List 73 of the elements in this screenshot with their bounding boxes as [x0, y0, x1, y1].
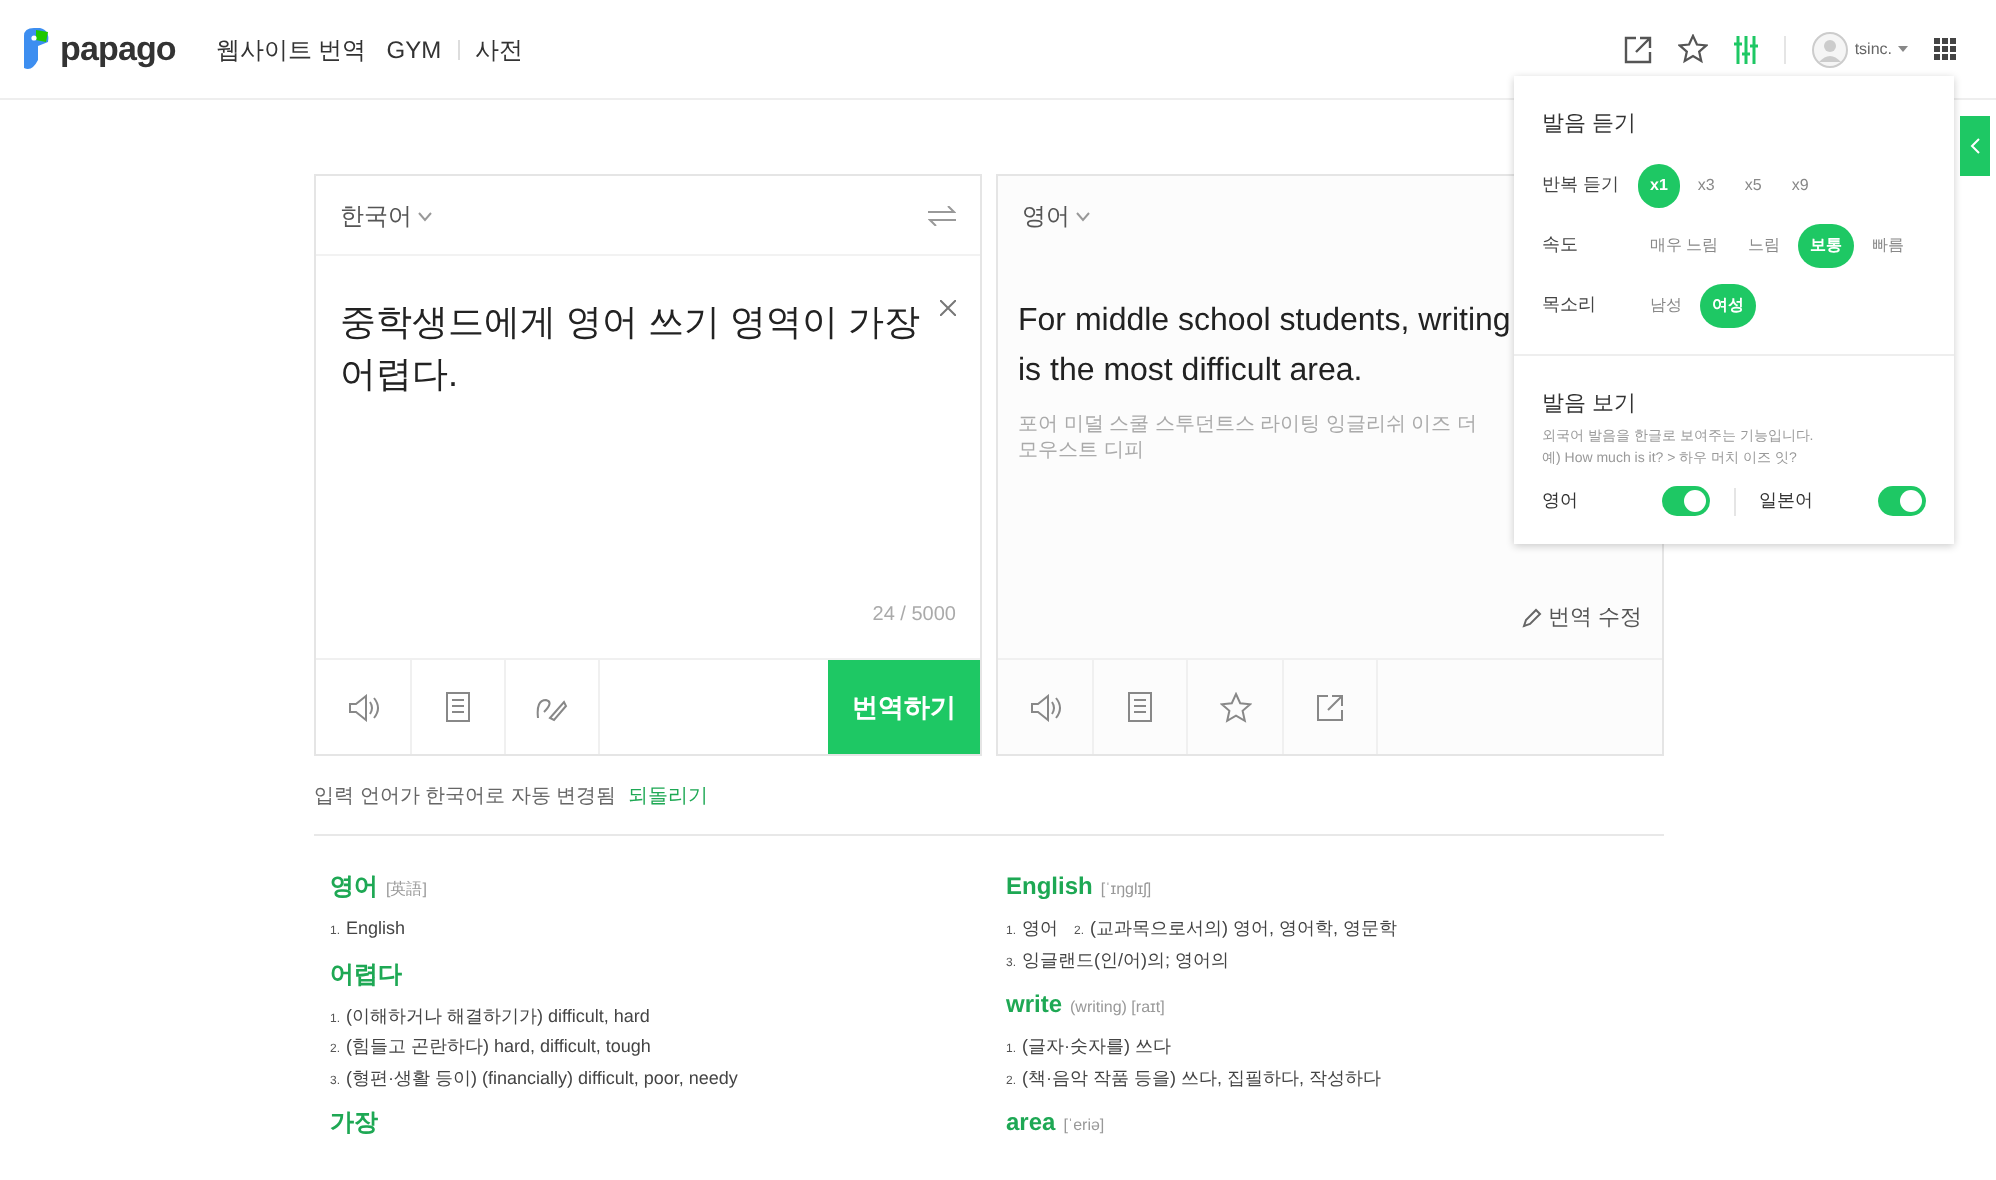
pencil-icon: [1521, 607, 1542, 628]
entry-note: [ˈeriə]: [1063, 1114, 1105, 1138]
entry-word[interactable]: 어렵다: [330, 955, 402, 991]
entry-word[interactable]: write: [1006, 986, 1063, 1022]
meaning-text: English: [346, 916, 406, 942]
toggle-label: 영어: [1542, 487, 1578, 514]
nav-link[interactable]: GYM: [386, 31, 442, 67]
option-button[interactable]: 매우 느림: [1638, 223, 1731, 267]
speaker-icon: [347, 693, 379, 721]
option-button[interactable]: x3: [1685, 163, 1727, 207]
meaning-text: (힘들고 곤란하다) hard, difficult, tough: [346, 1034, 651, 1060]
character-count: 24 / 5000: [872, 602, 956, 630]
share-icon: [1316, 693, 1344, 721]
meaning-text: (이해하거나 해결하기가) difficult, hard: [346, 1003, 650, 1030]
entry-word[interactable]: English: [1006, 868, 1093, 904]
section-title: 발음 듣기: [1542, 110, 1639, 140]
avatar-icon: [1812, 31, 1849, 67]
setting-label: 반복 듣기: [1542, 171, 1622, 198]
undo-link[interactable]: 되돌리기: [628, 781, 709, 811]
meaning-text: 잉글랜드(인/어)의; 영어의: [1022, 947, 1230, 974]
toggle-switch[interactable]: [1878, 486, 1926, 516]
star-icon: [1219, 691, 1251, 723]
meaning-text: (교과목으로서의) 영어, 영어학, 영문학: [1090, 916, 1398, 942]
nav-link[interactable]: 웹사이트 번역: [215, 31, 367, 67]
caret-icon: [1898, 46, 1908, 52]
source-text[interactable]: 중학생드에게 영어 쓰기 영역이 가장 어렵다.: [340, 296, 930, 400]
option-button[interactable]: 빠름: [1860, 223, 1917, 267]
meaning-text: (글자·숫자를) 쓰다: [1022, 1034, 1172, 1060]
chevron-down-icon: [1076, 212, 1090, 223]
setting-label: 속도: [1542, 231, 1580, 258]
account-button[interactable]: tsinc.: [1812, 31, 1908, 67]
option-button[interactable]: x1: [1638, 163, 1680, 207]
option-button[interactable]: 남성: [1638, 283, 1694, 327]
entry-word[interactable]: 영어: [330, 868, 378, 904]
entry-note: [英語]: [386, 878, 427, 902]
option-button[interactable]: 여성: [1700, 283, 1756, 327]
toggle-label: 일본어: [1759, 487, 1813, 514]
translate-button[interactable]: 번역하기: [828, 660, 980, 754]
entry-word[interactable]: 가장: [330, 1104, 378, 1140]
document-icon: [1128, 692, 1152, 722]
edit-translation-link[interactable]: 번역 수정: [1521, 601, 1642, 634]
meaning-text: 영어: [1022, 916, 1059, 942]
notice-text: 입력 언어가 한국어로 자동 변경됨: [314, 783, 617, 811]
meaning-text: (형편·생활 등이) (financially) difficult, poor, needy: [346, 1065, 738, 1092]
translated-text: For middle school students, writing is the most difficult area.: [1018, 302, 1513, 392]
section-title: 발음 보기: [1542, 389, 1639, 419]
star-icon[interactable]: [1678, 34, 1709, 64]
toggle-switch[interactable]: [1661, 486, 1709, 516]
side-panel-tab[interactable]: [1960, 116, 1990, 176]
document-icon: [446, 692, 470, 722]
chevron-down-icon: [418, 211, 432, 222]
chevron-left-icon: [1970, 138, 1980, 154]
speaker-icon: [1029, 693, 1061, 721]
apps-grid-icon[interactable]: [1934, 38, 1956, 60]
option-button[interactable]: x5: [1732, 163, 1774, 207]
option-button[interactable]: 보통: [1798, 223, 1855, 267]
swap-icon[interactable]: [928, 205, 956, 225]
option-button[interactable]: 느림: [1736, 223, 1793, 267]
share-icon[interactable]: [1624, 35, 1653, 63]
option-button[interactable]: x9: [1779, 163, 1821, 207]
language-dropdown[interactable]: 영어: [1022, 198, 1090, 234]
clear-icon[interactable]: [940, 300, 956, 316]
pronunciation-text: 포어 미덜 스쿨 스투던트스 라이팅 잉글리쉬 이즈 더 모우스트 디피: [1018, 412, 1479, 464]
language-dropdown[interactable]: 한국어: [340, 197, 432, 233]
meaning-text: (책·음악 작품 등을) 쓰다, 집필하다, 작성하다: [1022, 1065, 1382, 1092]
logo-text[interactable]: papago: [60, 23, 176, 75]
entry-note: [ˈɪŋɡlɪʃ]: [1100, 878, 1152, 902]
entry-note: (writing) [raɪt]: [1070, 996, 1165, 1020]
nav-link[interactable]: 사전: [475, 31, 524, 67]
entry-word[interactable]: area: [1006, 1104, 1056, 1140]
setting-label: 목소리: [1542, 291, 1598, 318]
parrot-logo-icon: [20, 27, 52, 71]
sliders-icon[interactable]: [1734, 35, 1759, 63]
